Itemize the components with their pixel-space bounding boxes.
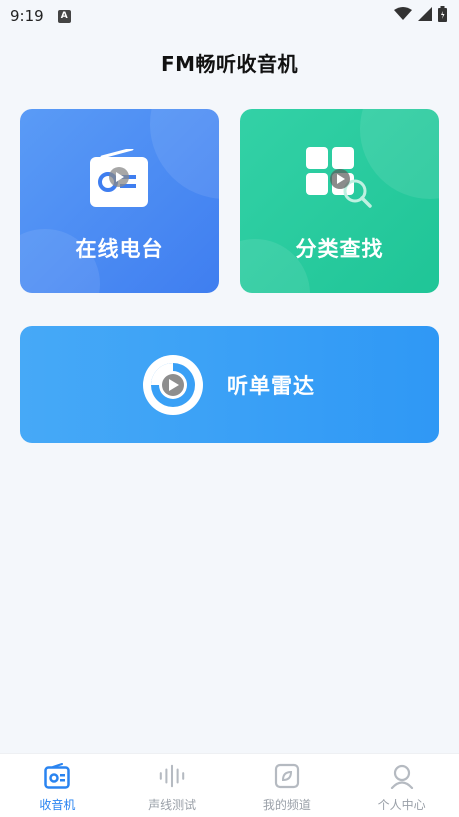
online-radio-label: 在线电台 <box>75 237 164 261</box>
category-search-label: 分类查找 <box>295 237 384 261</box>
nav-label-my-channels: 我的频道 <box>262 798 311 812</box>
category-search-icon <box>304 145 374 215</box>
song-radar-label: 听单雷达 <box>227 374 315 398</box>
radio-icon <box>88 147 150 215</box>
nav-item-radio[interactable]: 收音机 <box>0 754 115 817</box>
nav-label-profile: 个人中心 <box>377 798 426 812</box>
page-title: FM畅听收音机 <box>160 52 299 76</box>
nav-label-voice-test: 声线测试 <box>148 798 197 812</box>
nav-item-profile[interactable]: 个人中心 <box>344 754 459 817</box>
notification-icon: A <box>57 9 71 23</box>
soundwave-icon <box>158 762 186 790</box>
radar-icon <box>142 354 204 420</box>
status-bar: 9:19 A <box>0 0 459 32</box>
nav-label-radio: 收音机 <box>39 798 76 812</box>
channel-icon <box>273 762 301 790</box>
bottom-nav: 收音机 声线测试 我的频道 个人中心 <box>0 753 459 817</box>
status-time: 9:19 <box>10 7 44 25</box>
nav-item-my-channels[interactable]: 我的频道 <box>230 754 345 817</box>
radio-nav-icon <box>43 762 71 790</box>
nav-item-voice-test[interactable]: 声线测试 <box>115 754 230 817</box>
battery-icon <box>438 6 447 26</box>
wifi-icon <box>394 7 412 25</box>
user-icon <box>388 762 416 790</box>
category-search-card[interactable]: 分类查找 <box>240 109 439 293</box>
signal-icon <box>418 7 432 25</box>
online-radio-card[interactable]: 在线电台 <box>20 109 219 293</box>
song-radar-card[interactable]: 听单雷达 <box>20 326 439 443</box>
